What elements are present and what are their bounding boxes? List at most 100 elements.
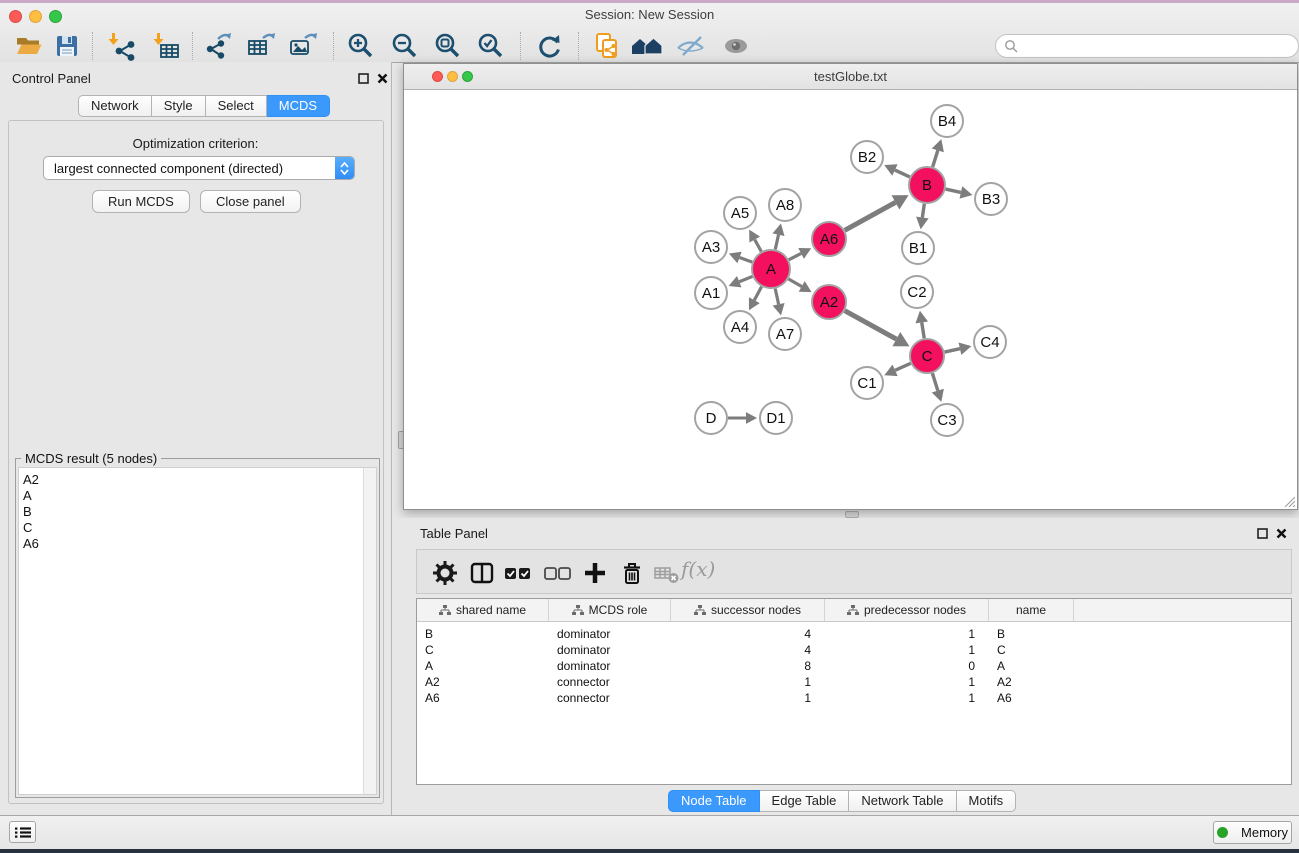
table-row[interactable]: A dominator 8 0 A [417, 658, 1291, 674]
split-panel-icon[interactable] [467, 558, 497, 588]
show-all-eye-icon[interactable] [720, 31, 750, 61]
zoom-selected-icon[interactable] [476, 31, 506, 61]
cell-name[interactable]: A [989, 658, 1074, 674]
close-panel-button[interactable]: Close panel [200, 190, 301, 213]
edge-arrow-D-D1[interactable] [746, 412, 757, 424]
edge-arrow-C-C3[interactable] [932, 389, 944, 402]
hide-selected-eye-icon[interactable] [674, 31, 704, 61]
cell-mcds-role[interactable]: connector [549, 674, 671, 690]
tab-mcds[interactable]: MCDS [267, 95, 330, 117]
close-table-panel-icon[interactable] [1276, 528, 1287, 539]
save-session-icon[interactable] [52, 31, 82, 61]
cell-successor-nodes[interactable]: 4 [671, 642, 825, 658]
memory-button[interactable]: Memory [1213, 821, 1292, 844]
export-network-icon[interactable] [204, 31, 234, 61]
export-image-icon[interactable] [288, 31, 318, 61]
add-column-icon[interactable] [580, 558, 610, 588]
edge-arrow-C-C2[interactable] [915, 311, 928, 324]
column-header-name[interactable]: name [989, 599, 1074, 621]
table-row[interactable]: B dominator 4 1 B [417, 626, 1291, 642]
edge-arrow-B-B1[interactable] [916, 217, 929, 230]
edge-arrow-B-B4[interactable] [932, 139, 944, 152]
deselect-all-checkboxes-icon[interactable] [543, 558, 573, 588]
tab-node-table[interactable]: Node Table [668, 790, 760, 812]
cell-predecessor-nodes[interactable]: 0 [825, 658, 989, 674]
cell-shared-name[interactable]: A6 [417, 690, 549, 706]
open-session-icon[interactable] [14, 31, 44, 61]
edge-arrow-A-A8[interactable] [773, 224, 785, 236]
edge-arrow-A-A7[interactable] [773, 303, 785, 315]
cell-mcds-role[interactable]: dominator [549, 658, 671, 674]
result-item[interactable]: A6 [19, 536, 376, 552]
table-row[interactable]: A6 connector 1 1 A6 [417, 690, 1291, 706]
cell-name[interactable]: C [989, 642, 1074, 658]
network-window-titlebar[interactable]: testGlobe.txt [404, 64, 1297, 90]
result-item[interactable]: A2 [19, 472, 376, 488]
search-field[interactable] [995, 34, 1299, 58]
cell-successor-nodes[interactable]: 4 [671, 626, 825, 642]
tab-network[interactable]: Network [78, 95, 152, 117]
import-table-icon[interactable] [152, 31, 182, 61]
column-header-predecessor-nodes[interactable]: predecessor nodes [825, 599, 989, 621]
export-table-icon[interactable] [246, 31, 276, 61]
cell-name[interactable]: A6 [989, 690, 1074, 706]
column-header-shared-name[interactable]: shared name [417, 599, 549, 621]
tab-style[interactable]: Style [152, 95, 206, 117]
cell-successor-nodes[interactable]: 8 [671, 658, 825, 674]
run-mcds-button[interactable]: Run MCDS [92, 190, 190, 213]
cell-predecessor-nodes[interactable]: 1 [825, 674, 989, 690]
zoom-out-icon[interactable] [390, 31, 420, 61]
delete-column-trash-icon[interactable] [617, 558, 647, 588]
cell-shared-name[interactable]: C [417, 642, 549, 658]
result-item[interactable]: C [19, 520, 376, 536]
cell-mcds-role[interactable]: connector [549, 690, 671, 706]
column-header-successor-nodes[interactable]: successor nodes [671, 599, 825, 621]
cell-shared-name[interactable]: A [417, 658, 549, 674]
search-input[interactable] [1018, 38, 1298, 54]
select-all-checkboxes-icon[interactable] [503, 558, 533, 588]
zoom-fit-icon[interactable] [433, 31, 463, 61]
control-panel-tabs: Network Style Select MCDS [78, 95, 330, 117]
float-table-panel-icon[interactable] [1257, 528, 1268, 539]
tab-edge-table[interactable]: Edge Table [760, 790, 850, 812]
cell-name[interactable]: B [989, 626, 1074, 642]
result-list-scrollbar[interactable] [363, 468, 376, 794]
edge-arrow-B-B3[interactable] [960, 186, 973, 198]
optimization-criterion-dropdown[interactable]: largest connected component (directed) [43, 156, 355, 180]
cell-shared-name[interactable]: A2 [417, 674, 549, 690]
zoom-in-icon[interactable] [346, 31, 376, 61]
cell-mcds-role[interactable]: dominator [549, 626, 671, 642]
settings-gear-icon[interactable] [430, 558, 460, 588]
result-item[interactable]: A [19, 488, 376, 504]
tab-select[interactable]: Select [206, 95, 267, 117]
edge-arrow-C-C4[interactable] [959, 342, 972, 354]
import-network-icon[interactable] [107, 31, 137, 61]
cell-shared-name[interactable]: B [417, 626, 549, 642]
table-row[interactable]: A2 connector 1 1 A2 [417, 674, 1291, 690]
window-resize-grip[interactable] [1283, 495, 1295, 507]
mcds-result-list[interactable]: A2 A B C A6 [18, 467, 377, 795]
float-panel-icon[interactable] [358, 73, 369, 84]
graph-node-label-B: B [922, 177, 932, 194]
cell-successor-nodes[interactable]: 1 [671, 674, 825, 690]
show-task-history-button[interactable] [9, 821, 36, 843]
refresh-layout-icon[interactable] [534, 31, 564, 61]
cell-predecessor-nodes[interactable]: 1 [825, 642, 989, 658]
cell-mcds-role[interactable]: dominator [549, 642, 671, 658]
close-panel-icon[interactable] [377, 73, 388, 84]
cell-predecessor-nodes[interactable]: 1 [825, 690, 989, 706]
network-graph-canvas[interactable]: AA1A2A3A4A5A6A7A8BB1B2B3B4CC1C2C3C4DD1 [404, 89, 1297, 509]
column-header-mcds-role[interactable]: MCDS role [549, 599, 671, 621]
tab-network-table[interactable]: Network Table [849, 790, 956, 812]
result-item[interactable]: B [19, 504, 376, 520]
column-header-label: shared name [456, 603, 526, 617]
horizontal-splitter-handle[interactable] [845, 511, 859, 518]
table-row[interactable]: C dominator 4 1 C [417, 642, 1291, 658]
tab-motifs[interactable]: Motifs [957, 790, 1017, 812]
clone-network-icon[interactable] [592, 31, 622, 61]
home-icon[interactable] [630, 31, 660, 61]
cell-successor-nodes[interactable]: 1 [671, 690, 825, 706]
node-table[interactable]: shared name MCDS role successor nodes pr… [416, 598, 1292, 785]
cell-predecessor-nodes[interactable]: 1 [825, 626, 989, 642]
cell-name[interactable]: A2 [989, 674, 1074, 690]
